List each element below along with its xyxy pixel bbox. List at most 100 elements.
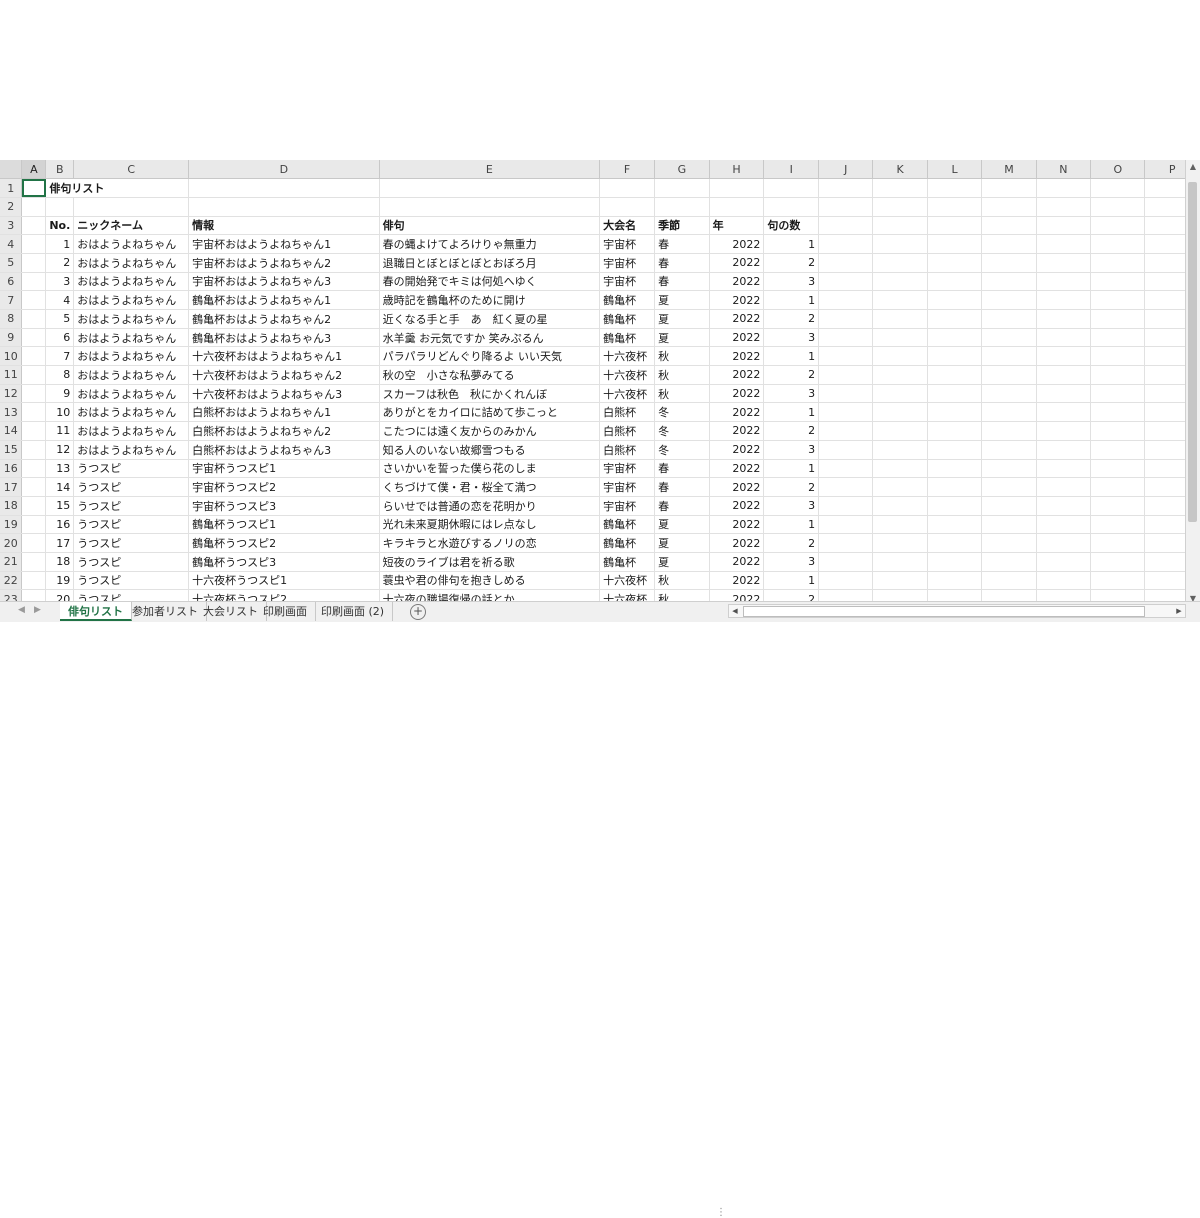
cell[interactable] [1090, 421, 1146, 441]
info-cell[interactable]: 宇宙杯うつスピ1 [188, 459, 380, 479]
column-header-h[interactable]: H [709, 160, 765, 180]
cell[interactable] [872, 346, 928, 367]
cell[interactable] [1090, 178, 1146, 198]
info-cell[interactable]: 宇宙杯うつスピ3 [188, 496, 380, 516]
vertical-scrollbar[interactable]: ▲ ▼ [1185, 160, 1200, 606]
grid-body[interactable]: 1 俳句リスト 2 3 No. ニックネーム 情報 俳句 大会名 季節年句の数 4 1 おはようよねちゃ… [0, 178, 1200, 609]
year-cell[interactable]: 2022 [709, 496, 765, 516]
cell[interactable] [872, 272, 928, 292]
cell[interactable] [818, 384, 874, 404]
haiku-cell[interactable]: 蓑虫や君の俳句を抱きしめる [379, 571, 601, 591]
cell[interactable] [21, 533, 47, 553]
season-cell[interactable]: 秋 [654, 571, 710, 591]
cell[interactable] [1090, 515, 1146, 535]
event-cell[interactable]: 十六夜杯 [599, 346, 656, 367]
haiku-cell[interactable]: パラパラリどんぐり降るよ いい天気 [379, 346, 601, 367]
cell[interactable] [1036, 402, 1092, 423]
no-cell[interactable]: 12 [45, 440, 75, 460]
column-header-n[interactable]: N [1036, 160, 1092, 180]
season-cell[interactable]: 夏 [654, 290, 710, 310]
cell[interactable] [818, 421, 874, 441]
count-cell[interactable]: 3 [763, 328, 820, 348]
cell[interactable] [927, 440, 983, 460]
haiku-cell[interactable]: くちづけて僕・君・桜全て満つ [379, 477, 601, 497]
cell[interactable] [981, 346, 1037, 367]
year-cell[interactable]: 2022 [709, 384, 765, 404]
event-cell[interactable]: 宇宙杯 [599, 253, 656, 273]
season-cell[interactable]: 春 [654, 272, 710, 292]
cell[interactable] [21, 253, 47, 273]
prev-sheet-icon[interactable]: ◀ [18, 605, 25, 615]
cell[interactable] [872, 290, 928, 310]
info-cell[interactable]: 宇宙杯おはようよねちゃん2 [188, 253, 380, 273]
nickname-cell[interactable]: うつスピ [73, 459, 190, 479]
info-cell[interactable]: 宇宙杯うつスピ2 [188, 477, 380, 497]
cell[interactable] [1036, 290, 1092, 310]
cell[interactable] [981, 421, 1037, 441]
row-header[interactable]: 4 [0, 234, 23, 254]
cell[interactable] [872, 234, 928, 254]
cell[interactable] [1090, 552, 1146, 572]
row-header[interactable]: 19 [0, 515, 23, 535]
sheet-tab-5[interactable]: 印刷画面 (2) [313, 602, 394, 621]
cell[interactable] [21, 197, 47, 217]
row-header[interactable]: 14 [0, 421, 23, 441]
cell[interactable] [188, 197, 380, 217]
count-cell[interactable]: 3 [763, 440, 820, 460]
haiku-cell[interactable]: 知る人のいない故郷雪つもる [379, 440, 601, 460]
no-cell[interactable]: 4 [45, 290, 75, 310]
cell[interactable] [1036, 253, 1092, 273]
cell[interactable] [654, 197, 710, 217]
cell[interactable] [927, 253, 983, 273]
cell[interactable] [1036, 216, 1092, 236]
cell[interactable] [981, 328, 1037, 348]
year-cell[interactable]: 2022 [709, 459, 765, 479]
event-cell[interactable]: 宇宙杯 [599, 272, 656, 292]
cell[interactable] [872, 477, 928, 497]
row-header[interactable]: 6 [0, 272, 23, 292]
no-cell[interactable]: 17 [45, 533, 75, 553]
info-cell[interactable]: 鶴亀杯うつスピ2 [188, 533, 380, 553]
cell[interactable] [872, 440, 928, 460]
event-cell[interactable]: 宇宙杯 [599, 459, 656, 479]
cell[interactable] [1036, 197, 1092, 217]
no-cell[interactable]: 14 [45, 477, 75, 497]
nickname-cell[interactable]: おはようよねちゃん [73, 272, 190, 292]
cell[interactable] [818, 197, 874, 217]
scroll-up-icon[interactable]: ▲ [1186, 160, 1200, 174]
season-cell[interactable]: 秋 [654, 346, 710, 367]
cell[interactable] [1090, 533, 1146, 553]
cell[interactable] [654, 178, 710, 198]
cell[interactable] [1036, 272, 1092, 292]
nickname-cell[interactable]: うつスピ [73, 533, 190, 553]
cell[interactable] [981, 440, 1037, 460]
year-cell[interactable]: 2022 [709, 440, 765, 460]
info-cell[interactable]: 鶴亀杯おはようよねちゃん2 [188, 309, 380, 329]
cell[interactable] [1090, 272, 1146, 292]
column-header-g[interactable]: G [654, 160, 710, 180]
cell[interactable] [927, 178, 983, 198]
cell[interactable] [818, 234, 874, 254]
count-cell[interactable]: 1 [763, 515, 820, 535]
event-cell[interactable]: 白熊杯 [599, 402, 656, 423]
nickname-cell[interactable]: おはようよねちゃん [73, 421, 190, 441]
sheet-tab-4[interactable]: 印刷画面 [255, 602, 316, 621]
cell[interactable] [1090, 197, 1146, 217]
nickname-cell[interactable]: うつスピ [73, 496, 190, 516]
event-cell[interactable]: 鶴亀杯 [599, 290, 656, 310]
season-cell[interactable]: 春 [654, 496, 710, 516]
cell[interactable] [21, 402, 47, 423]
cell[interactable] [818, 402, 874, 423]
cell[interactable] [981, 234, 1037, 254]
season-cell[interactable]: 秋 [654, 384, 710, 404]
haiku-cell[interactable]: 春の蝿よけてよろけりゃ無重力 [379, 234, 601, 254]
nickname-cell[interactable]: おはようよねちゃん [73, 309, 190, 329]
cell[interactable] [1036, 234, 1092, 254]
haiku-cell[interactable]: 短夜のライブは君を祈る歌 [379, 552, 601, 572]
cell[interactable] [21, 216, 47, 236]
count-cell[interactable]: 2 [763, 365, 820, 385]
cell[interactable] [21, 496, 47, 516]
no-cell[interactable]: 19 [45, 571, 75, 591]
haiku-cell[interactable]: スカーフは秋色 秋にかくれんぼ [379, 384, 601, 404]
year-cell[interactable]: 2022 [709, 309, 765, 329]
